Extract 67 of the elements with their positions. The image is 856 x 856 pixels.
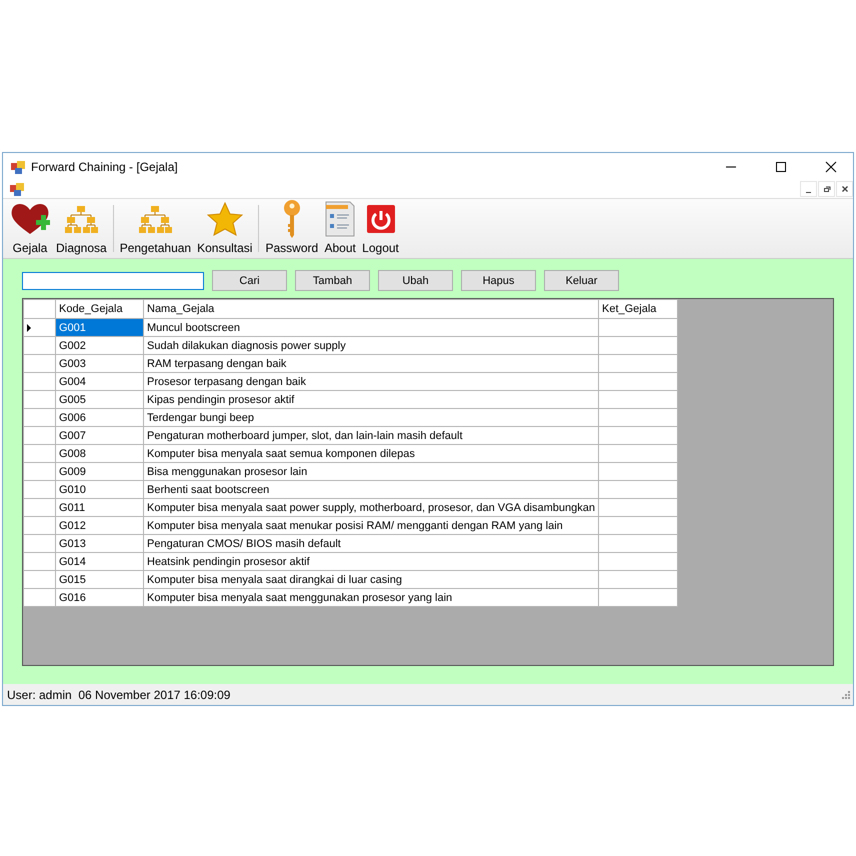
column-header[interactable]: Ket_Gejala bbox=[598, 300, 678, 318]
column-header[interactable]: Kode_Gejala bbox=[56, 300, 144, 318]
action-button[interactable]: Ubah bbox=[378, 270, 453, 291]
table-cell: G001 bbox=[56, 318, 144, 336]
restore-icon bbox=[822, 185, 830, 193]
table-cell: Heatsink pendingin prosesor aktif bbox=[144, 552, 598, 570]
table-cell: G009 bbox=[56, 462, 144, 480]
resize-grip-icon[interactable] bbox=[842, 690, 850, 698]
toolbar-button[interactable]: Konsultasi bbox=[194, 199, 256, 258]
close-icon bbox=[824, 160, 836, 172]
toolbar-button[interactable]: Gejala bbox=[7, 199, 53, 258]
table-cell: G002 bbox=[56, 336, 144, 354]
table-cell: Komputer bisa menyala saat dirangkai di luar casing bbox=[144, 570, 598, 588]
table-cell: G004 bbox=[56, 372, 144, 390]
action-button[interactable]: Keluar bbox=[544, 270, 619, 291]
toolbar-button[interactable]: Diagnosa bbox=[53, 199, 110, 258]
child-restore-button[interactable] bbox=[818, 181, 835, 197]
table-cell: Kipas pendingin prosesor aktif bbox=[144, 390, 598, 408]
table-cell: Pengaturan CMOS/ BIOS masih default bbox=[144, 534, 598, 552]
table-cell: G005 bbox=[56, 390, 144, 408]
toolbar-button[interactable]: Logout bbox=[359, 199, 402, 258]
child-close-button[interactable] bbox=[836, 181, 853, 197]
toolbar-button[interactable]: Password bbox=[262, 199, 322, 258]
table-cell: Komputer bisa menyala saat power supply, motherboard, prosesor, dan VGA disambungkan bbox=[144, 498, 598, 516]
toolbar-button[interactable]: About bbox=[321, 199, 360, 258]
table-cell: Bisa menggunakan prosesor lain bbox=[144, 462, 598, 480]
table-cell: Berhenti saat bootscreen bbox=[144, 480, 598, 498]
current-row-icon bbox=[27, 324, 32, 332]
table-cell: Komputer bisa menyala saat semua komponen dilepas bbox=[144, 444, 598, 462]
table-cell: Komputer bisa menyala saat menggunakan prosesor yang lain bbox=[144, 588, 598, 606]
table-cell: Pengaturan motherboard jumper, slot, dan lain-lain masih default bbox=[144, 426, 598, 444]
table-cell: G014 bbox=[56, 552, 144, 570]
table-cell: G011 bbox=[56, 498, 144, 516]
table-cell: Komputer bisa menyala saat menukar posisi RAM/ mengganti dengan RAM yang lain bbox=[144, 516, 598, 534]
status-text: User: admin 06 November 2017 16:09:09 bbox=[7, 688, 232, 702]
window-title: Forward Chaining - [Gejala] bbox=[31, 160, 179, 174]
table-cell: RAM terpasang dengan baik bbox=[144, 354, 598, 372]
power-icon bbox=[366, 204, 396, 234]
table-cell: G016 bbox=[56, 588, 144, 606]
table-cell: G012 bbox=[56, 516, 144, 534]
toolbar-button[interactable]: Pengetahuan bbox=[116, 199, 194, 258]
search-field[interactable] bbox=[22, 272, 204, 290]
table-cell: Sudah dilakukan diagnosis power supply bbox=[144, 336, 598, 354]
action-button[interactable]: Tambah bbox=[295, 270, 370, 291]
table-cell: G008 bbox=[56, 444, 144, 462]
action-button[interactable]: Hapus bbox=[461, 270, 536, 291]
table-cell: G010 bbox=[56, 480, 144, 498]
table-cell: G006 bbox=[56, 408, 144, 426]
table-cell: Muncul bootscreen bbox=[144, 318, 598, 336]
table-cell: G015 bbox=[56, 570, 144, 588]
table-cell: Prosesor terpasang dengan baik bbox=[144, 372, 598, 390]
star-icon bbox=[206, 202, 243, 236]
key-icon bbox=[282, 199, 302, 239]
hierarchy-icon bbox=[64, 204, 98, 234]
column-header[interactable]: Nama_Gejala bbox=[144, 300, 598, 318]
table-cell: G007 bbox=[56, 426, 144, 444]
table-cell: G003 bbox=[56, 354, 144, 372]
heart-plus-icon bbox=[10, 202, 50, 236]
table-cell: G013 bbox=[56, 534, 144, 552]
child-window-icon bbox=[9, 181, 25, 197]
action-button[interactable]: Cari bbox=[212, 270, 287, 291]
row-header[interactable] bbox=[24, 318, 56, 336]
table-cell: Terdengar bungi beep bbox=[144, 408, 598, 426]
close-icon bbox=[840, 185, 848, 193]
maximize-icon bbox=[774, 160, 786, 172]
hierarchy-icon bbox=[138, 204, 172, 234]
app-icon bbox=[10, 158, 26, 174]
